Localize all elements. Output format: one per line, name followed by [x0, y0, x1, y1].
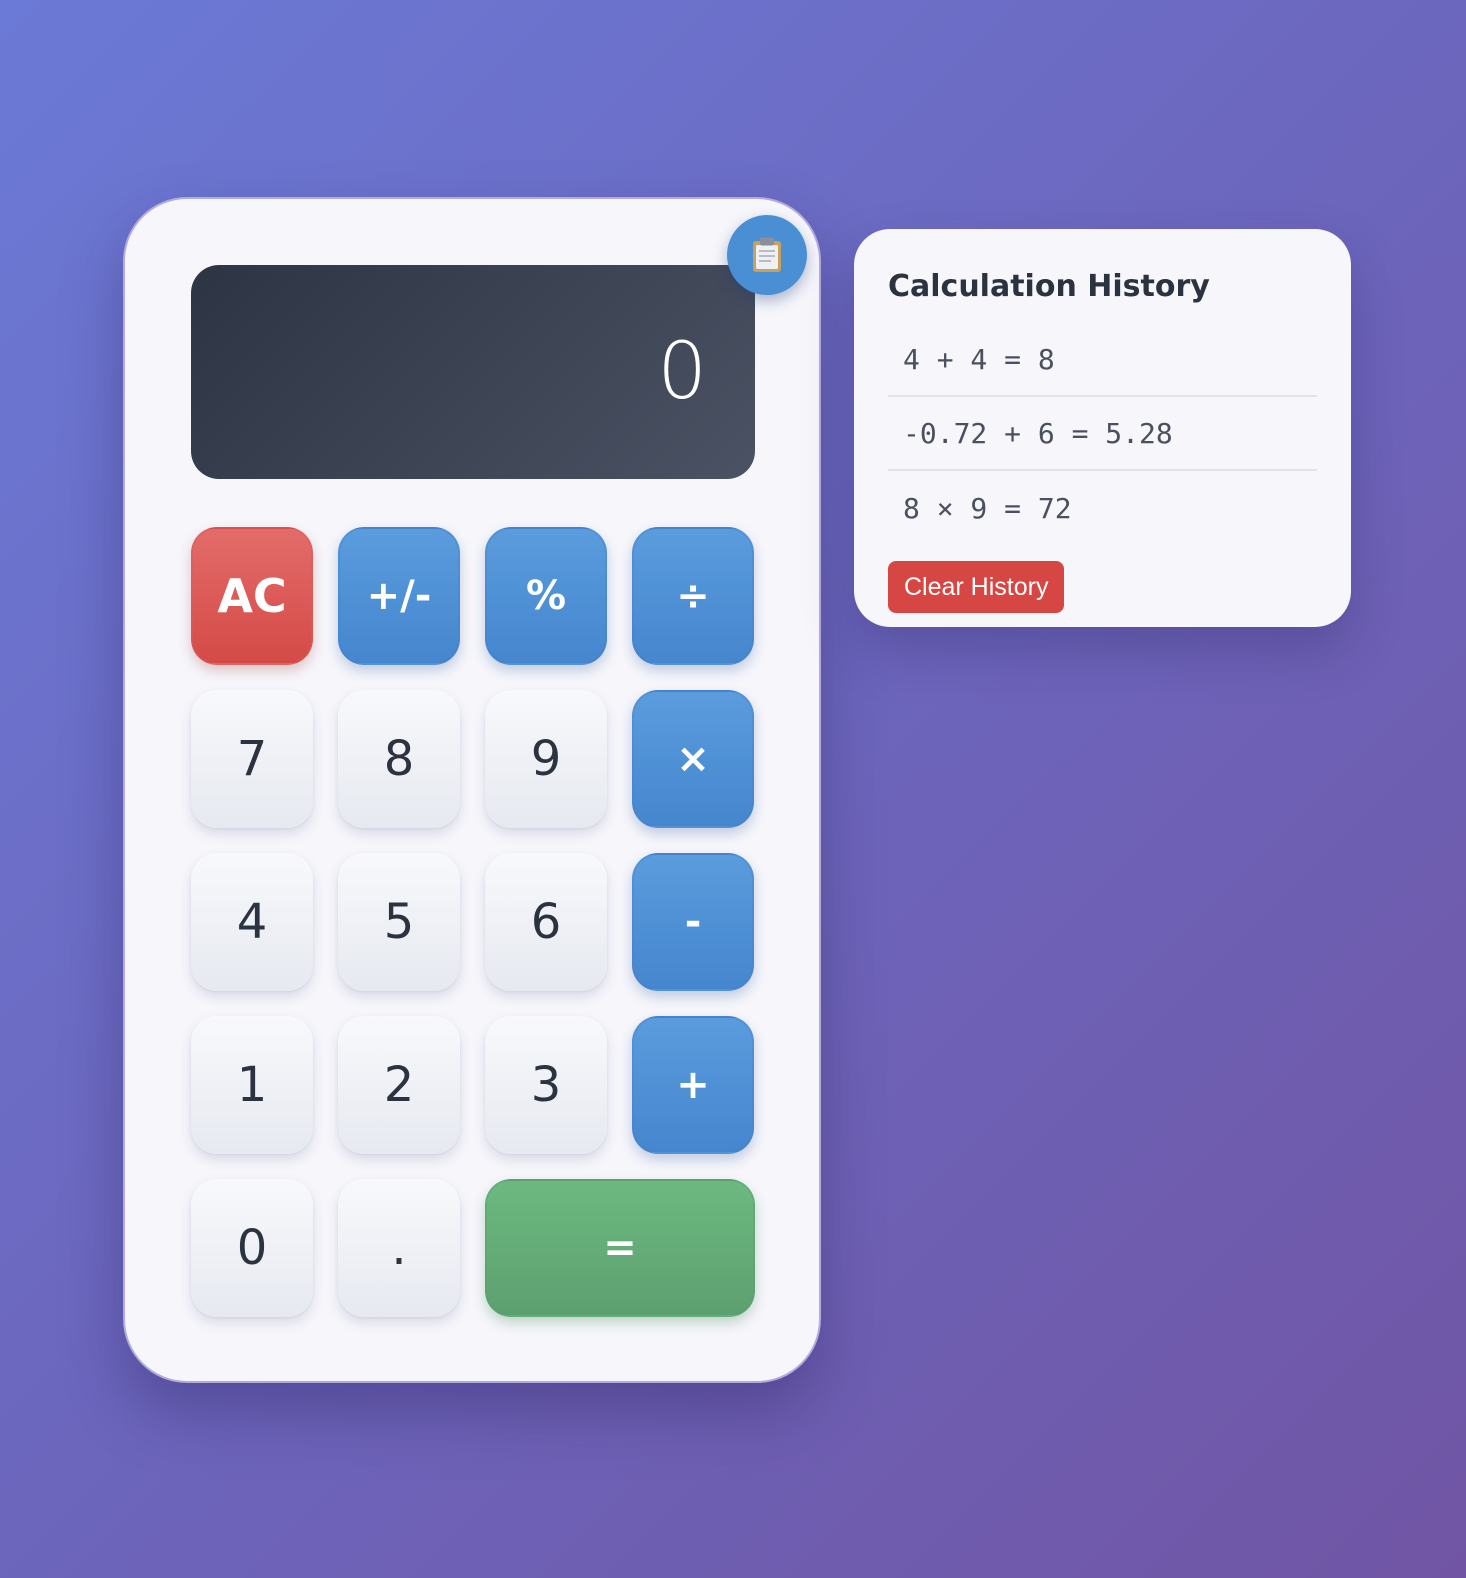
history-entry[interactable]: -0.72 + 6 = 5.28	[888, 397, 1317, 471]
digit-3-button[interactable]: 3	[485, 1016, 607, 1154]
equals-button[interactable]: =	[485, 1179, 755, 1317]
sign-toggle-button[interactable]: +/-	[338, 527, 460, 665]
digit-5-button[interactable]: 5	[338, 853, 460, 991]
digit-0-button[interactable]: 0	[191, 1179, 313, 1317]
history-entry[interactable]: 4 + 4 = 8	[888, 323, 1317, 397]
history-list: 4 + 4 = 8 -0.72 + 6 = 5.28 8 × 9 = 72	[888, 323, 1317, 545]
decimal-button[interactable]: .	[338, 1179, 460, 1317]
history-entry[interactable]: 8 × 9 = 72	[888, 471, 1317, 545]
multiply-button[interactable]: ×	[632, 690, 754, 828]
digit-4-button[interactable]: 4	[191, 853, 313, 991]
subtract-button[interactable]: -	[632, 853, 754, 991]
add-button[interactable]: +	[632, 1016, 754, 1154]
digit-6-button[interactable]: 6	[485, 853, 607, 991]
divide-button[interactable]: ÷	[632, 527, 754, 665]
history-toggle-button[interactable]	[727, 215, 807, 295]
clipboard-icon	[753, 237, 781, 272]
history-title: Calculation History	[888, 269, 1210, 304]
clear-history-button[interactable]: Clear History	[888, 561, 1065, 613]
digit-1-button[interactable]: 1	[191, 1016, 313, 1154]
digit-7-button[interactable]: 7	[191, 690, 313, 828]
display-value: 0	[657, 327, 707, 417]
digit-8-button[interactable]: 8	[338, 690, 460, 828]
digit-2-button[interactable]: 2	[338, 1016, 460, 1154]
clear-button[interactable]: AC	[191, 527, 313, 665]
history-panel: Calculation History 4 + 4 = 8 -0.72 + 6 …	[854, 229, 1351, 627]
calculator: 0 AC +/- % ÷ 7 8 9 × 4 5 6 - 1 2 3 + 0 .…	[123, 197, 821, 1383]
calculator-display: 0	[191, 265, 755, 479]
percent-button[interactable]: %	[485, 527, 607, 665]
digit-9-button[interactable]: 9	[485, 690, 607, 828]
